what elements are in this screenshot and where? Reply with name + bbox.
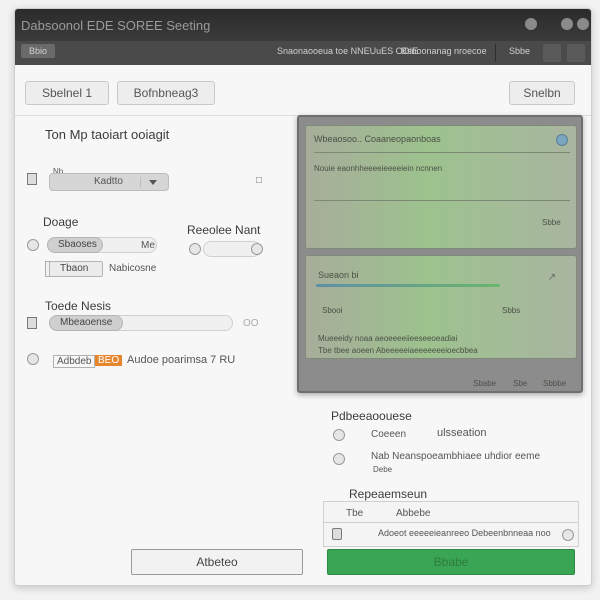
list-item-1-text: ulsseation — [437, 427, 487, 439]
enable-checkbox[interactable] — [27, 173, 37, 185]
section-title: Ton Mp taoiart ooiagit — [45, 127, 170, 142]
close-button[interactable] — [577, 18, 589, 30]
chevron-down-icon — [140, 177, 164, 187]
tab-first-label: Sbelnel 1 — [41, 86, 93, 100]
list-title: Pdbeeaoouese — [331, 409, 412, 423]
preview-divider-1 — [314, 152, 570, 153]
search-button-label: Snelbn — [523, 86, 561, 100]
preview-panel2-title: Sueaon bi — [318, 270, 359, 280]
radio-option-2[interactable] — [189, 243, 201, 255]
preview-row-3: Tbe tbee aoeen Abeeeeeiaeeeeeeeioecbbea — [318, 346, 478, 355]
preview-foot-3: Sbbbe — [543, 379, 567, 388]
preview-panel-top: Wbeaosoo.. Coaaneopaonboas Nouie eaonhhe… — [305, 125, 577, 249]
orange-prefix: Adbdeb — [53, 355, 96, 368]
radio-option-3[interactable] — [27, 353, 39, 365]
preview-panel: Wbeaosoo.. Coaaneopaonboas Nouie eaonhhe… — [297, 115, 583, 393]
group2-title: Toede Nesis — [45, 299, 112, 313]
menu-item-first[interactable]: Bbio — [21, 44, 56, 58]
mode-dropdown-value: Kadtto — [94, 176, 123, 187]
preview-foot-1: Sbabe — [473, 379, 497, 388]
title-bar: Dabsoonol EDE SOREE Seeting — [15, 9, 591, 41]
info-icon[interactable]: □ — [253, 175, 265, 187]
maximize-button[interactable] — [561, 18, 573, 30]
preview-line-1: Nouie eaonhheeeeieeeeiein ncnnen — [314, 164, 443, 173]
tab-first[interactable]: Sbelnel 1 — [25, 81, 109, 105]
preview-row-2: Mueeeidy noaa aeoeeeeiieeseeoeadiai — [318, 334, 458, 343]
table-row: Adoeot eeeeeieanreeo Debeenbnneaa noo — [378, 528, 551, 538]
group1-title: Doage — [43, 215, 79, 229]
table-col-1: Tbe — [346, 508, 364, 519]
secondary-button[interactable]: Atbeteo — [131, 549, 303, 575]
list-radio-1[interactable] — [333, 429, 345, 441]
list-item-2-sub: Debe — [373, 465, 393, 474]
orange-text: Audoe poarimsa 7 RU — [127, 354, 236, 366]
preview-divider-2 — [314, 200, 570, 201]
preview-row-1: Sbooi — [322, 306, 343, 315]
list-radio-2[interactable] — [333, 453, 345, 465]
menu-bar: Bbio Snaonaooeua toe NNEUuES OOIE Bsnoon… — [15, 41, 591, 65]
search-button[interactable]: Snelbn — [509, 81, 575, 105]
orange-tag: BEO — [95, 355, 123, 366]
primary-button[interactable]: Bbabe — [327, 549, 575, 575]
box-suffix: Nabicosne — [109, 263, 157, 274]
help-icon[interactable] — [556, 134, 568, 146]
tab-second-label: Bofnbneag3 — [133, 86, 199, 100]
slider-1-suffix: Me — [141, 240, 155, 251]
secondary-button-label: Atbeteo — [196, 555, 238, 569]
box-field[interactable]: Tbaon — [49, 261, 103, 277]
group2-checkbox[interactable] — [27, 317, 37, 329]
slider-2-handle[interactable] — [251, 243, 263, 255]
table-section-label: Repeaemseun — [349, 487, 428, 501]
table-col-2: Abbebe — [396, 508, 431, 519]
table-row-radio[interactable] — [562, 529, 574, 541]
radio-option-1[interactable] — [27, 239, 39, 251]
menu-separator — [495, 44, 496, 62]
window-title: Dabsoonol EDE SOREE Seeting — [21, 18, 211, 33]
preview-progress — [316, 284, 500, 287]
menu-item-2[interactable]: Bsnoonanag nroecoe — [401, 46, 487, 56]
slider-fill-1[interactable]: Sbaoses — [47, 237, 103, 253]
preview-header: Wbeaosoo.. Coaaneopaonboas — [314, 134, 441, 144]
menu-item-3[interactable]: Sbbe — [509, 46, 530, 56]
table-row-checkbox[interactable] — [332, 528, 342, 540]
menu-window-button[interactable] — [543, 44, 561, 62]
preview-foot-2: Sbe — [513, 379, 528, 388]
menu-close-button[interactable] — [567, 44, 585, 62]
slider-3-suffix: OO — [243, 318, 259, 329]
preview-row-1-right: Sbbs — [502, 306, 521, 315]
minimize-button[interactable] — [525, 18, 537, 30]
preview-panel-bottom: Sueaon bi ↗ Sbooi Sbbs Mueeeidy noaa aeo… — [305, 255, 577, 359]
table-divider — [324, 522, 578, 523]
tab-second[interactable]: Bofnbneag3 — [117, 81, 215, 105]
menu-item-1[interactable]: Snaonaooeua toe NNEUuES OOIE — [277, 46, 418, 56]
preview-line-2-right: Sbbe — [542, 218, 561, 227]
expand-icon[interactable]: ↗ — [546, 272, 558, 284]
list-item-1-prefix: Coeeen — [371, 429, 407, 440]
primary-button-label: Bbabe — [433, 555, 469, 569]
mode-dropdown[interactable]: Kadtto — [49, 173, 169, 191]
list-item-2-text: Nab Neanspoeambhiaee uhdior eeme — [371, 451, 541, 462]
data-table: Tbe Abbebe Adoeot eeeeeieanreeo Debeenbn… — [323, 501, 579, 547]
right-label: Reeolee Nant — [187, 223, 261, 237]
settings-window: Dabsoonol EDE SOREE Seeting Bbio Snaonao… — [14, 8, 592, 586]
slider-fill-3[interactable]: Mbeaoense — [49, 315, 123, 331]
